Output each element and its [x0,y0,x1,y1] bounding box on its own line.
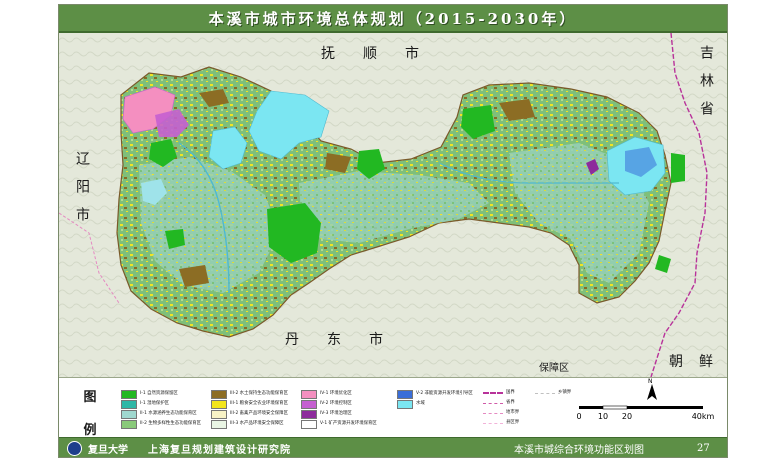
map-area[interactable]: 抚顺市 吉林省 辽阳市 丹东市 朝鲜 保障区 [59,33,727,377]
footer-map-name: 本溪市城综合环境功能区划图 [514,444,644,456]
legend-zone-12: V-1 矿产资源开发环境保育区 [301,419,377,429]
legend-label-6: III-1 粮食安全农业环境保育区 [230,400,288,406]
legend-swatch-11 [301,409,317,419]
footer-university: 复旦大学 [88,444,128,456]
region-label-small: 保障区 [539,363,569,374]
legend-boundary-3: 地市界 [483,408,519,418]
legend-zone-7: III-2 畜禽产品环境安全保障区 [211,409,288,419]
region-label-west: 辽阳市 [74,151,90,235]
legend-label-5: III-2 水土保持生态功能保育区 [230,390,288,396]
legend-zone-13: V-2 非能资源开发环境引导区 [397,389,473,399]
legend-swatch-10 [301,399,317,409]
legend-swatch-14 [397,399,413,409]
legend-boundary-label-3: 地市界 [506,409,520,415]
legend-zone-3: II-1 水源涵养生态功能保育区 [121,409,197,419]
legend-label-13: V-2 非能资源开发环境引导区 [416,390,473,396]
scale-tick-0: 0 [576,412,581,421]
legend-swatch-3 [121,409,137,419]
legend-swatch-9 [301,389,317,399]
legend-swatch-5 [211,389,227,399]
legend-label-4: II-2 生物多样性生态功能保育区 [140,420,202,426]
legend-boundary-2: 省界 [483,398,515,408]
legend-label-2: I-1 湿地保护区 [140,400,170,406]
legend-heading: 图 例 [79,386,101,438]
legend-swatch-12 [301,419,317,429]
map-sheet: 本溪市城市环境总体规划（2015-2030年） 抚顺市 吉林省 辽阳市 丹东市 … [58,4,728,458]
legend-swatch-2 [121,399,137,409]
legend-boundary-label-4: 县区界 [506,419,520,425]
legend-zone-8: III-3 水产品环境安全保障区 [211,419,284,429]
legend-heading-1: 图 [83,390,97,405]
legend-zone-2: I-1 湿地保护区 [121,399,169,409]
legend-label-14: 水域 [416,400,425,406]
legend-zone-5: III-2 水土保持生态功能保育区 [211,389,288,399]
legend-panel: 图 例 I-1 自然资源保留区 I-1 湿地保护区 II-1 水源涵养生态功能保… [59,377,727,438]
legend-label-7: III-2 畜禽产品环境安全保障区 [230,410,288,416]
legend-boundary-1: 国界 [483,388,515,398]
footer-bar: 复旦大学 上海复旦规划建筑设计研究院 本溪市城综合环境功能区划图 27 [59,437,727,457]
legend-swatch-6 [211,399,227,409]
scale-tick-3: 40km [692,412,715,421]
region-label-south: 丹东市 [285,332,411,348]
legend-boundary-label-1: 国界 [506,389,515,395]
footer-page-number: 27 [697,442,710,454]
legend-swatch-8 [211,419,227,429]
legend-boundary-line-4 [483,422,503,424]
region-label-southeast: 朝鲜 [669,354,728,370]
legend-boundary-line-3 [483,412,503,414]
region-label-north: 抚顺市 [321,46,447,62]
legend-label-3: II-1 水源涵养生态功能保育区 [140,410,197,416]
region-label-east: 吉林省 [698,45,714,129]
footer-institute: 上海复旦规划建筑设计研究院 [148,444,291,456]
legend-label-1: I-1 自然资源保留区 [140,390,178,396]
legend-zone-10: IV-2 环境控制区 [301,399,352,409]
legend-swatch-7 [211,409,227,419]
legend-zone-6: III-1 粮食安全农业环境保育区 [211,399,288,409]
scale-tick-1: 10 [598,412,608,421]
legend-swatch-13 [397,389,413,399]
legend-label-11: IV-3 环境治理区 [320,410,352,416]
legend-zone-9: IV-1 环境优化区 [301,389,352,399]
legend-zone-1: I-1 自然资源保留区 [121,389,178,399]
university-logo-icon [67,440,82,456]
legend-boundary-5: 乡镇界 [535,388,571,398]
scale-bar: 0 10 20 40km [576,405,715,421]
legend-zone-4: II-2 生物多样性生态功能保育区 [121,419,201,429]
legend-boundary-line-1 [483,392,503,394]
legend-label-8: III-3 水产品环境安全保障区 [230,420,284,426]
title-bar: 本溪市城市环境总体规划（2015-2030年） [59,5,727,33]
legend-boundary-line-2 [483,402,503,404]
legend-swatch-4 [121,419,137,429]
scale-tick-2: 20 [622,412,632,421]
north-arrow-icon [647,384,657,400]
map-title: 本溪市城市环境总体规划（2015-2030年） [208,9,578,28]
legend-boundary-line-5 [535,392,555,394]
legend-boundary-label-5: 乡镇界 [558,389,572,395]
legend-label-12: V-1 矿产资源开发环境保育区 [320,420,377,426]
legend-label-10: IV-2 环境控制区 [320,400,352,406]
legend-label-9: IV-1 环境优化区 [320,390,352,396]
legend-swatch-1 [121,389,137,399]
legend-zone-11: IV-3 环境治理区 [301,409,352,419]
legend-boundary-label-2: 省界 [506,399,515,405]
legend-zone-14: 水域 [397,399,425,409]
protected-east-2 [671,153,685,183]
legend-boundary-4: 县区界 [483,418,519,428]
legend-heading-2: 例 [83,423,97,438]
zoning-map[interactable] [59,33,727,377]
